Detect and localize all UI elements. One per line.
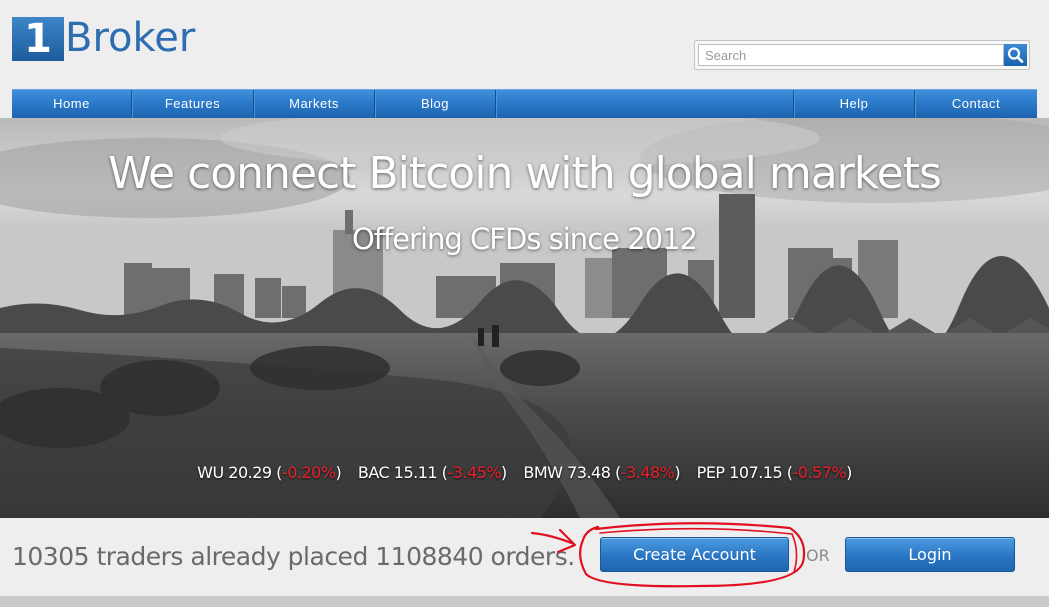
nav-divider (495, 90, 496, 118)
hero-subtitle: Offering CFDs since 2012 (351, 222, 698, 256)
ticker-item[interactable]: WU 20.29 (-0.20%) (197, 463, 342, 482)
login-button[interactable]: Login (845, 537, 1015, 572)
ticker-item[interactable]: BMW 73.48 (-3.48%) (523, 463, 680, 482)
hero-title: We connect Bitcoin with global markets (108, 148, 942, 199)
ticker-price: 107.15 (729, 463, 783, 482)
search-box (694, 40, 1030, 70)
logo[interactable]: 1 Broker (12, 17, 195, 61)
traders-stats: 10305 traders already placed 1108840 ord… (12, 542, 575, 571)
ticker-symbol: WU (197, 463, 224, 482)
nav-help[interactable]: Help (794, 90, 914, 118)
logo-word: Broker (65, 15, 196, 61)
nav-markets[interactable]: Markets (254, 90, 374, 118)
logo-number: 1 (12, 17, 64, 61)
ticker-price: 73.48 (567, 463, 611, 482)
or-label: OR (806, 546, 830, 565)
ticker-symbol: PEP (696, 463, 725, 482)
header: 1 Broker (0, 0, 1049, 89)
nav-blog[interactable]: Blog (375, 90, 495, 118)
ticker-price: 20.29 (228, 463, 272, 482)
search-icon (1007, 47, 1024, 63)
ticker-symbol: BAC (357, 463, 390, 482)
nav-contact[interactable]: Contact (915, 90, 1037, 118)
nav-home[interactable]: Home (12, 90, 131, 118)
ticker-item[interactable]: BAC 15.11 (-3.45%) (358, 463, 507, 482)
hero-banner: We connect Bitcoin with global markets O… (0, 118, 1049, 518)
ticker-symbol: BMW (523, 463, 563, 482)
stock-ticker: WU 20.29 (-0.20%) BAC 15.11 (-3.45%) BMW… (0, 463, 1049, 482)
nav-features[interactable]: Features (132, 90, 253, 118)
ticker-change: -0.57% (792, 463, 847, 482)
cta-bar: 10305 traders already placed 1108840 ord… (0, 518, 1049, 596)
ticker-change: -0.20% (281, 463, 336, 482)
ticker-price: 15.11 (393, 463, 438, 482)
search-input[interactable] (698, 44, 1004, 66)
create-account-button[interactable]: Create Account (600, 537, 789, 572)
ticker-change: -3.48% (620, 463, 675, 482)
ticker-item[interactable]: PEP 107.15 (-0.57%) (696, 463, 853, 482)
search-button[interactable] (1004, 44, 1027, 66)
footer-strip (0, 596, 1049, 607)
ticker-change: -3.45% (447, 463, 502, 482)
main-nav: Home Features Markets Blog Help Contact (12, 89, 1037, 118)
